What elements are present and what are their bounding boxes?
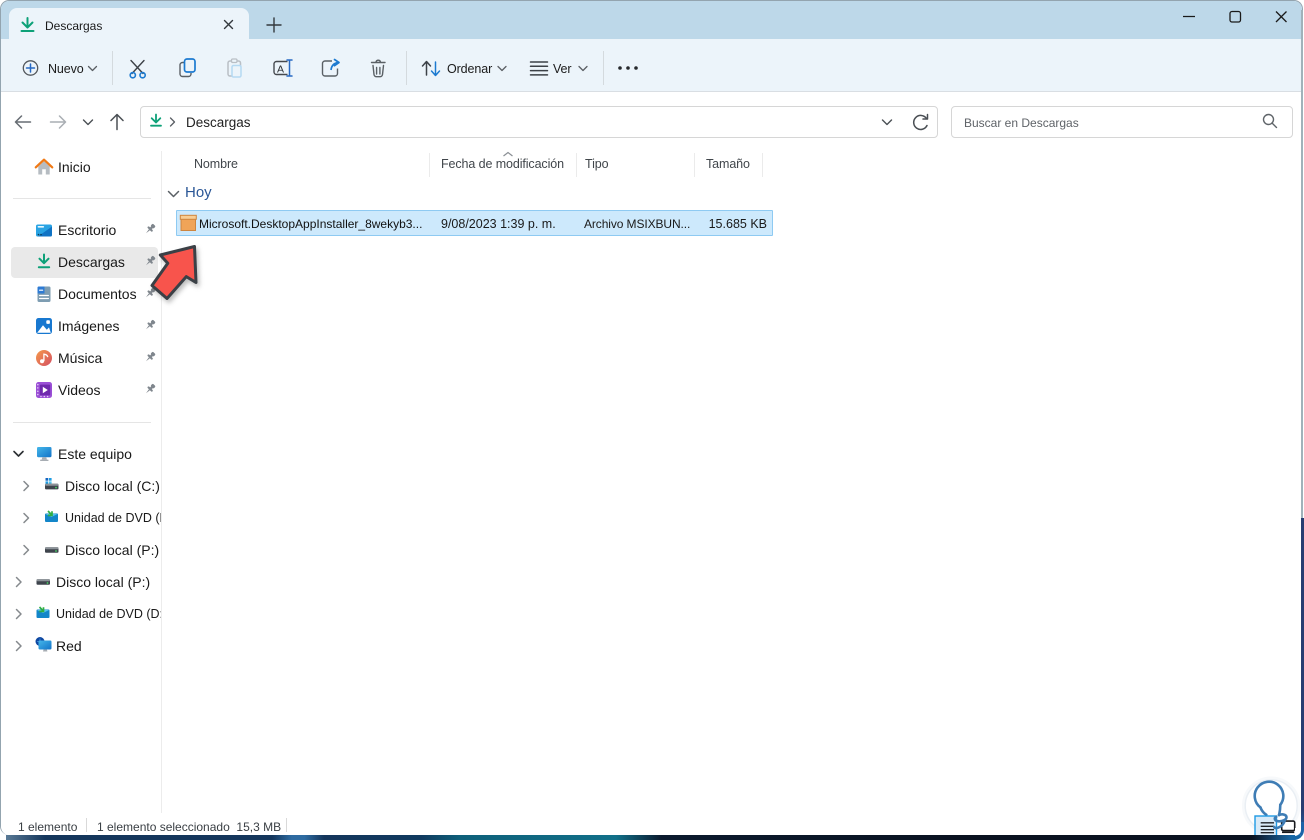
svg-text:A: A: [277, 64, 284, 76]
